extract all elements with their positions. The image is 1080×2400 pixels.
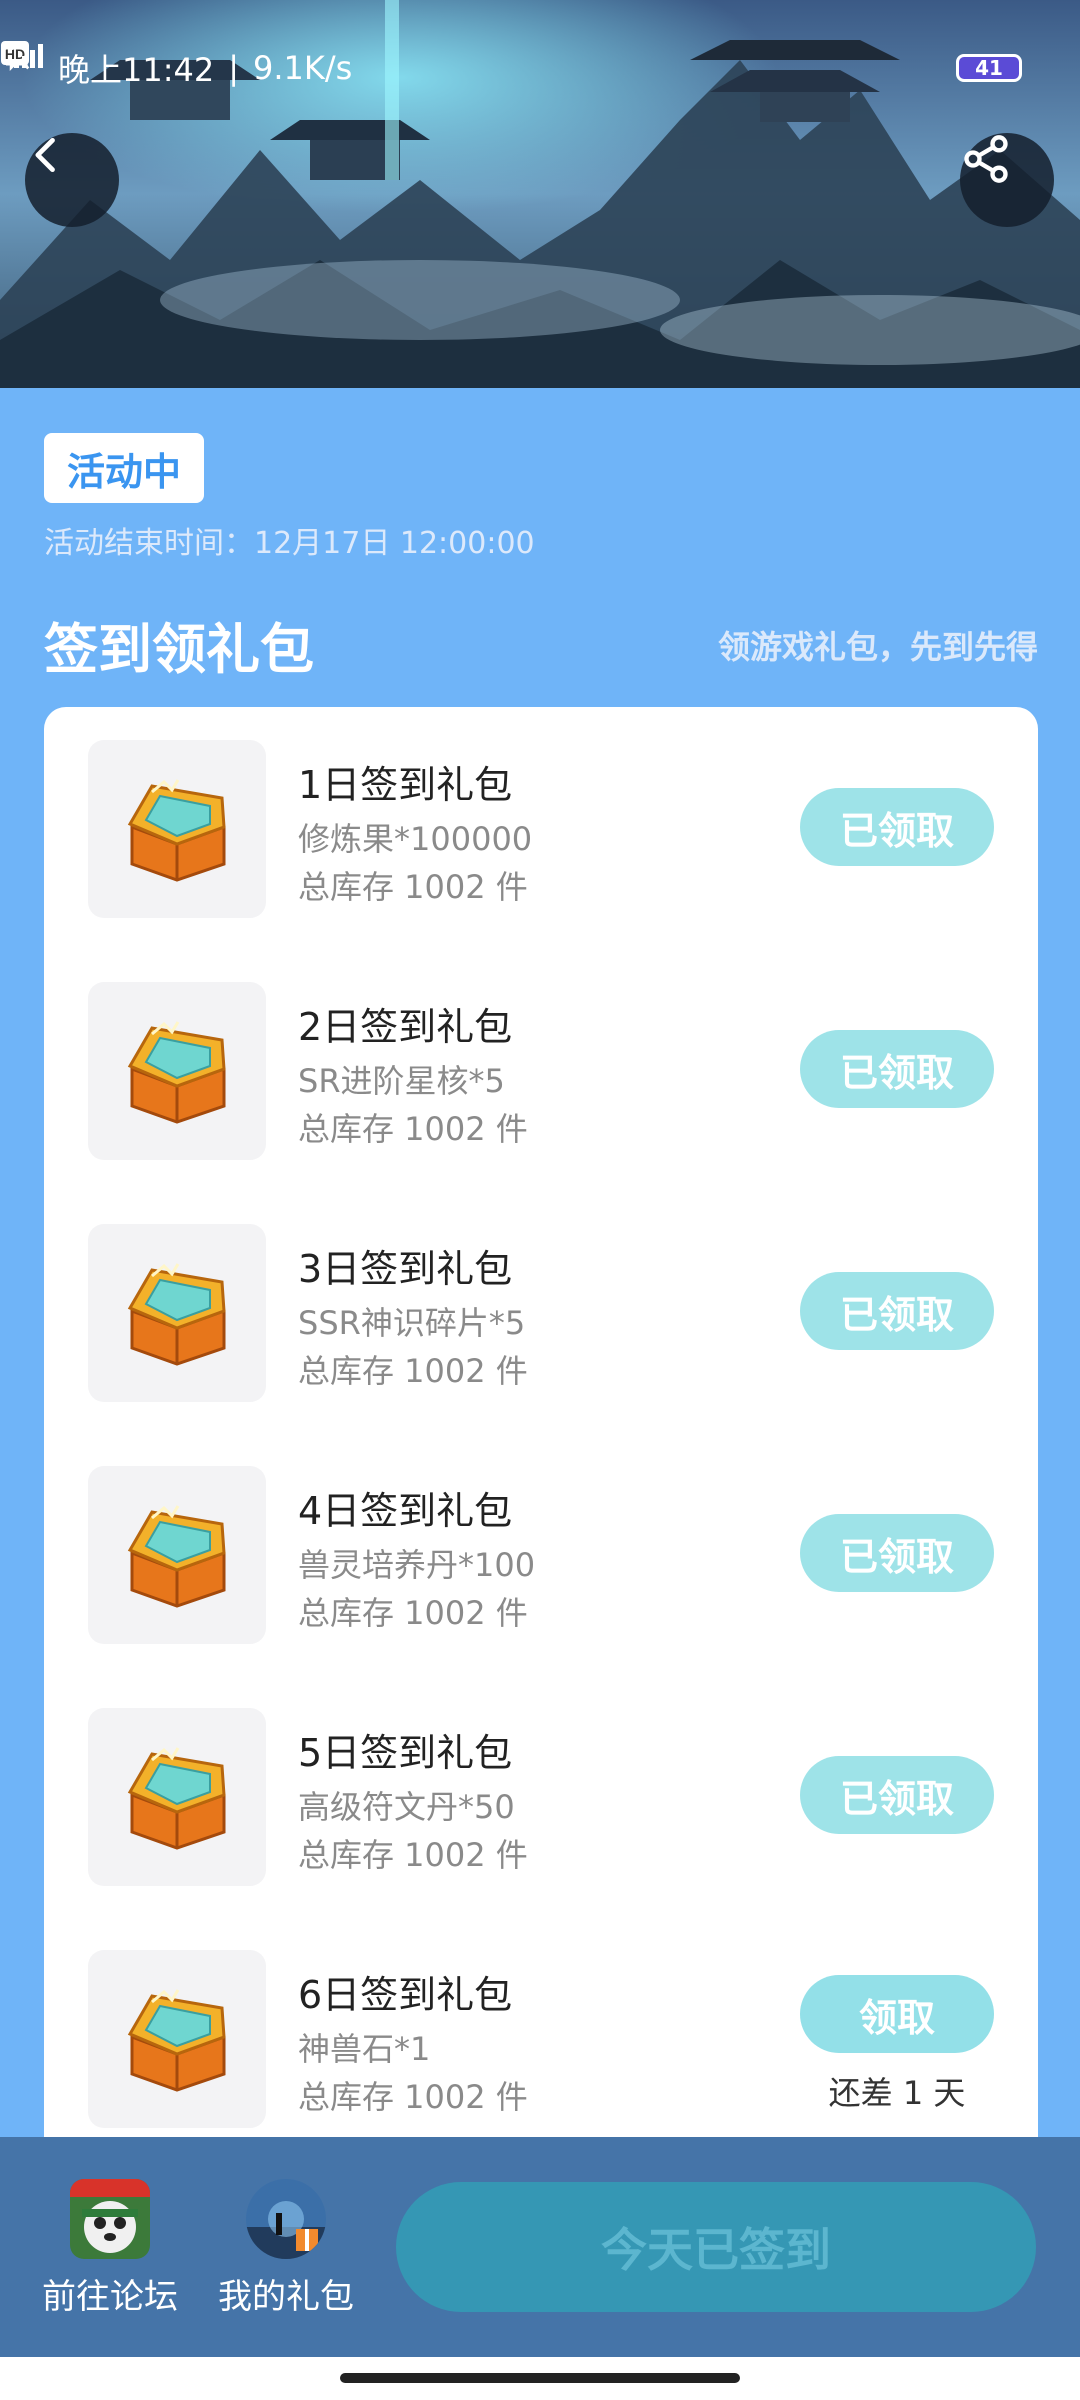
treasure-chest-icon (112, 1014, 242, 1128)
days-remaining-note: 还差 1 天 (828, 2074, 966, 2112)
treasure-chest-icon (112, 1498, 242, 1612)
gift-stock: 总库存 1002 件 (298, 1836, 528, 1874)
gift-title: 3日签到礼包 (298, 1247, 513, 1291)
back-button[interactable] (25, 133, 119, 227)
activity-end-time: 活动结束时间：12月17日 12:00:00 (44, 518, 535, 562)
gift-stock: 总库存 1002 件 (298, 2078, 528, 2116)
gift-icon-container (88, 1224, 266, 1402)
gift-title: 5日签到礼包 (298, 1731, 513, 1775)
gift-stock: 总库存 1002 件 (298, 1352, 528, 1390)
status-bar: 晚上11:42 | 9.1K/s HD 5G 41 (0, 40, 1080, 96)
forum-game-avatar (70, 2179, 150, 2259)
bottom-action-bar: 前往论坛 我的礼包 今天已签到 (0, 2137, 1080, 2357)
gift-title: 6日签到礼包 (298, 1973, 513, 2017)
gift-title: 4日签到礼包 (298, 1489, 513, 1533)
section-title: 签到领礼包 (44, 618, 314, 681)
gift-stock: 总库存 1002 件 (298, 1110, 528, 1148)
forum-link[interactable]: 前往论坛 (40, 2179, 180, 2318)
signed-in-today-button[interactable]: 今天已签到 (396, 2182, 1036, 2312)
gift-stock: 总库存 1002 件 (298, 1594, 528, 1632)
gift-row-day-1: 1日签到礼包 修炼果*100000 总库存 1002 件 已领取 (44, 740, 1038, 918)
treasure-chest-icon (112, 1256, 242, 1370)
gift-row-day-2: 2日签到礼包 SR进阶星核*5 总库存 1002 件 已领取 (44, 982, 1038, 1160)
claimed-button[interactable]: 已领取 (800, 1756, 994, 1834)
share-button[interactable] (960, 133, 1054, 227)
gift-title: 2日签到礼包 (298, 1005, 513, 1049)
claim-button[interactable]: 领取 (800, 1975, 994, 2053)
treasure-chest-icon (112, 1982, 242, 2096)
battery-level: 41 (975, 56, 1003, 80)
gift-list-card: 1日签到礼包 修炼果*100000 总库存 1002 件 已领取 2日签到礼包 … (44, 707, 1038, 2137)
gift-item: 神兽石*1 (298, 2030, 431, 2068)
treasure-chest-icon (112, 1740, 242, 1854)
gift-icon-container (88, 1708, 266, 1886)
claimed-button[interactable]: 已领取 (800, 788, 994, 866)
home-indicator[interactable] (340, 2373, 740, 2383)
gift-item: 兽灵培养丹*100 (298, 1546, 536, 1584)
my-gifts-link[interactable]: 我的礼包 (216, 2179, 356, 2318)
gift-icon-container (88, 740, 266, 918)
claimed-button[interactable]: 已领取 (800, 1272, 994, 1350)
gift-title: 1日签到礼包 (298, 763, 513, 807)
treasure-chest-icon (112, 772, 242, 886)
claimed-button[interactable]: 已领取 (800, 1514, 994, 1592)
gift-icon-container (88, 982, 266, 1160)
end-time-value: 12月17日 12:00:00 (254, 526, 535, 561)
gift-item: SSR神识碎片*5 (298, 1304, 526, 1342)
gift-item: 高级符文丹*50 (298, 1788, 515, 1826)
forum-label: 前往论坛 (42, 2277, 178, 2317)
gift-row-day-4: 4日签到礼包 兽灵培养丹*100 总库存 1002 件 已领取 (44, 1466, 1038, 1644)
gift-icon-container (88, 1950, 266, 2128)
gift-item: SR进阶星核*5 (298, 1062, 505, 1100)
section-subtitle: 领游戏礼包，先到先得 (717, 628, 1038, 666)
gift-icon-container (88, 1466, 266, 1644)
battery-indicator: 41 (956, 54, 1022, 82)
svg-text:5G: 5G (2, 42, 16, 53)
hero-banner: 晚上11:42 | 9.1K/s HD 5G 41 (0, 0, 1080, 388)
my-gifts-label: 我的礼包 (218, 2277, 354, 2317)
status-net-speed: 9.1K/s (253, 49, 353, 87)
gift-row-day-3: 3日签到礼包 SSR神识碎片*5 总库存 1002 件 已领取 (44, 1224, 1038, 1402)
gift-stock: 总库存 1002 件 (298, 868, 528, 906)
my-gifts-avatar (246, 2179, 326, 2259)
gift-row-day-5: 5日签到礼包 高级符文丹*50 总库存 1002 件 已领取 (44, 1708, 1038, 1886)
gift-item: 修炼果*100000 (298, 820, 533, 858)
gift-row-day-6: 6日签到礼包 神兽石*1 总库存 1002 件 领取 还差 1 天 (44, 1950, 1038, 2128)
claimed-button[interactable]: 已领取 (800, 1030, 994, 1108)
status-separator: | (228, 49, 240, 87)
end-time-label: 活动结束时间： (44, 526, 254, 561)
status-time: 晚上11:42 (58, 51, 215, 89)
activity-status-tag: 活动中 (44, 433, 204, 503)
